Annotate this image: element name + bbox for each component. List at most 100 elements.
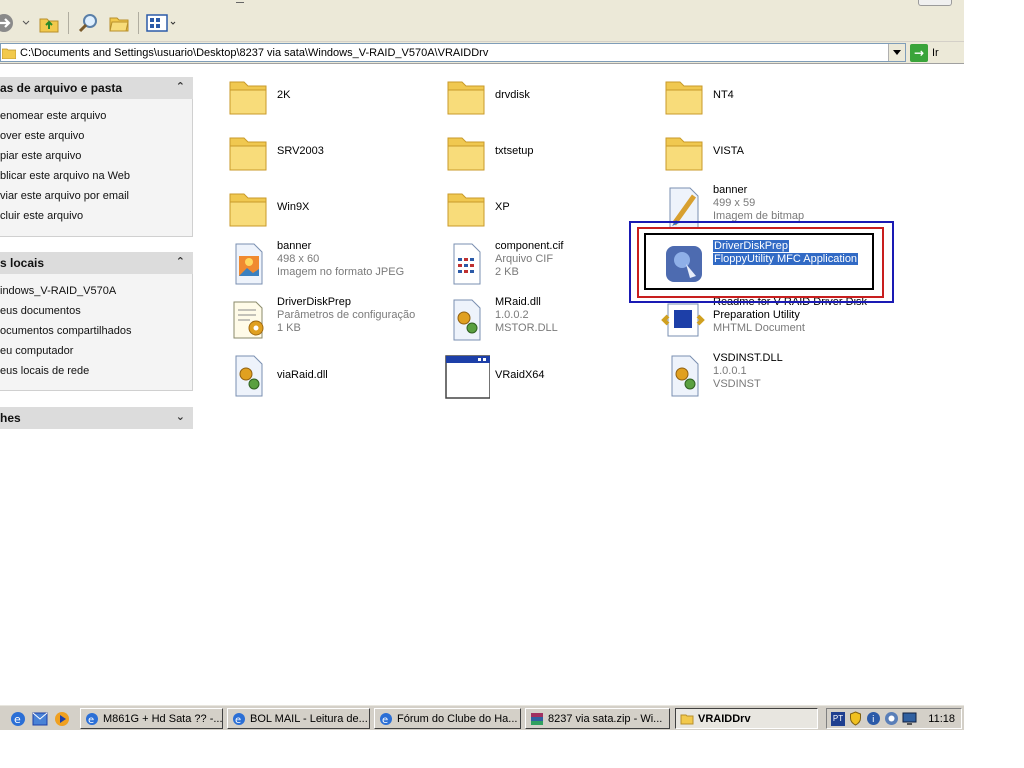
folder-item[interactable]: 2K [212,68,422,122]
internet-explorer-icon: e [86,712,98,726]
taskbar-button-label: Fórum do Clube do Ha... [397,712,518,725]
folder-icon [229,137,267,171]
system-tray: PT i 11:18 [826,708,962,729]
winrar-icon [531,712,543,725]
taskbar-button-forum-1[interactable]: e M861G + Hd Sata ?? -... [80,708,223,729]
other-places-header[interactable]: s locais ⌃ [0,252,193,274]
clock[interactable]: 11:18 [928,713,955,725]
internet-explorer-icon: e [380,712,392,726]
config-file-icon [233,301,264,339]
media-player-icon[interactable] [54,711,70,727]
address-dropdown-button[interactable] [888,44,905,61]
folder-icon [665,81,703,115]
place-shared-documents[interactable]: ocumentos compartilhados [0,325,131,337]
place-my-documents[interactable]: eus documentos [0,305,81,317]
mhtml-document-icon [661,303,705,337]
file-name: VISTA [713,145,744,157]
file-name: Win9X [277,201,310,213]
file-name: MRaid.dll 1.0.0.2 MSTOR.DLL [495,296,558,334]
file-item[interactable]: component.cif Arquivo CIF 2 KB [430,236,640,290]
folder-item[interactable]: Win9X [212,180,422,234]
info-icon[interactable]: i [866,711,881,726]
views-button[interactable] [144,10,178,36]
folder-item[interactable]: txtsetup [430,124,640,178]
task-copy[interactable]: piar este arquivo [0,150,81,162]
forward-button[interactable] [0,10,16,36]
task-pane: as de arquivo e pasta ⌃ enomear este arq… [0,65,206,705]
task-move[interactable]: over este arquivo [0,130,84,142]
file-item[interactable]: MRaid.dll 1.0.0.2 MSTOR.DLL [430,292,640,346]
dll-file-icon [235,355,263,397]
go-button[interactable]: → Ir [910,43,958,62]
folder-item[interactable]: SRV2003 [212,124,422,178]
folder-item[interactable]: NT4 [648,68,858,122]
folder-icon [447,193,485,227]
language-indicator[interactable]: PT [831,711,845,726]
file-item[interactable]: VSDINST.DLL 1.0.0.1 VSDINST [648,348,858,402]
place-parent-folder[interactable]: indows_V-RAID_V570A [0,285,116,297]
other-places-panel: indows_V-RAID_V570A eus documentos ocume… [0,274,193,391]
monitor-icon[interactable] [902,711,917,726]
folder-icon [229,193,267,227]
go-arrow-icon: → [910,43,928,62]
search-button[interactable] [76,10,102,36]
taskbar-button-label: VRAIDDrv [698,712,751,725]
file-item[interactable]: VRaidX64 [430,348,640,402]
svg-text:e: e [235,715,241,726]
file-name: NT4 [713,89,734,101]
other-places-title: s locais [0,256,45,270]
cif-file-icon [453,243,481,285]
collapse-icon[interactable]: ⌃ [176,80,185,93]
task-delete[interactable]: cluir este arquivo [0,210,83,222]
folder-icon [447,81,485,115]
up-folder-button[interactable] [36,10,62,36]
folder-item[interactable]: drvdisk [430,68,640,122]
annotation-box-black [644,233,874,290]
place-my-computer[interactable]: eu computador [0,345,73,357]
internet-explorer-icon: e [233,712,245,726]
views-icon [146,14,176,32]
forward-dropdown[interactable] [20,10,32,36]
taskbar-button-winrar[interactable]: 8237 via sata.zip - Wi... [525,708,670,729]
collapse-icon[interactable]: ⌃ [176,255,185,268]
folder-icon [665,137,703,171]
folder-icon [447,137,485,171]
network-icon[interactable] [884,711,899,726]
taskbar-button-bol-mail[interactable]: e BOL MAIL - Leitura de... [227,708,370,729]
window-corner-fragment [918,0,952,6]
file-name: banner 499 x 59 Imagem de bitmap [713,184,805,222]
file-tasks-header[interactable]: as de arquivo e pasta ⌃ [0,77,193,99]
taskbar-button-vraiddrv[interactable]: VRAIDDrv [675,708,818,729]
folders-button[interactable] [106,10,132,36]
file-item[interactable]: viaRaid.dll [212,348,422,402]
folder-item[interactable]: XP [430,180,640,234]
task-rename[interactable]: enomear este arquivo [0,110,106,122]
chevron-down-icon [893,49,901,55]
place-network[interactable]: eus locais de rede [0,365,89,377]
details-header[interactable]: hes ⌄ [0,407,193,429]
file-name: VSDINST.DLL 1.0.0.1 VSDINST [713,352,783,390]
chevron-down-icon [22,20,30,25]
task-publish[interactable]: blicar este arquivo na Web [0,170,130,182]
taskbar-button-label: BOL MAIL - Leitura de... [250,712,368,725]
go-label: Ir [932,46,939,59]
taskbar-button-forum-2[interactable]: e Fórum do Clube do Ha... [374,708,521,729]
file-name: txtsetup [495,145,534,157]
file-item[interactable]: banner 498 x 60 Imagem no formato JPEG [212,236,422,290]
file-name: SRV2003 [277,145,324,157]
expand-icon[interactable]: ⌄ [176,410,185,423]
taskbar-button-label: M861G + Hd Sata ?? -... [103,712,223,725]
taskbar: e e M861G + Hd Sata ?? -... e BOL MAIL -… [0,704,964,730]
outlook-express-icon[interactable] [32,711,48,727]
svg-text:e: e [14,713,21,726]
address-input[interactable]: C:\Documents and Settings\usuario\Deskto… [0,43,906,62]
security-shield-icon[interactable] [848,711,863,726]
toolbar-separator [138,12,139,34]
folder-item[interactable]: VISTA [648,124,858,178]
file-item[interactable]: DriverDiskPrep Parâmetros de configuração… [212,292,422,346]
file-name: VRaidX64 [495,369,545,381]
file-name: 2K [277,89,291,101]
internet-explorer-icon[interactable]: e [10,711,26,727]
jpeg-image-icon [235,243,263,285]
task-email[interactable]: viar este arquivo por email [0,190,129,202]
